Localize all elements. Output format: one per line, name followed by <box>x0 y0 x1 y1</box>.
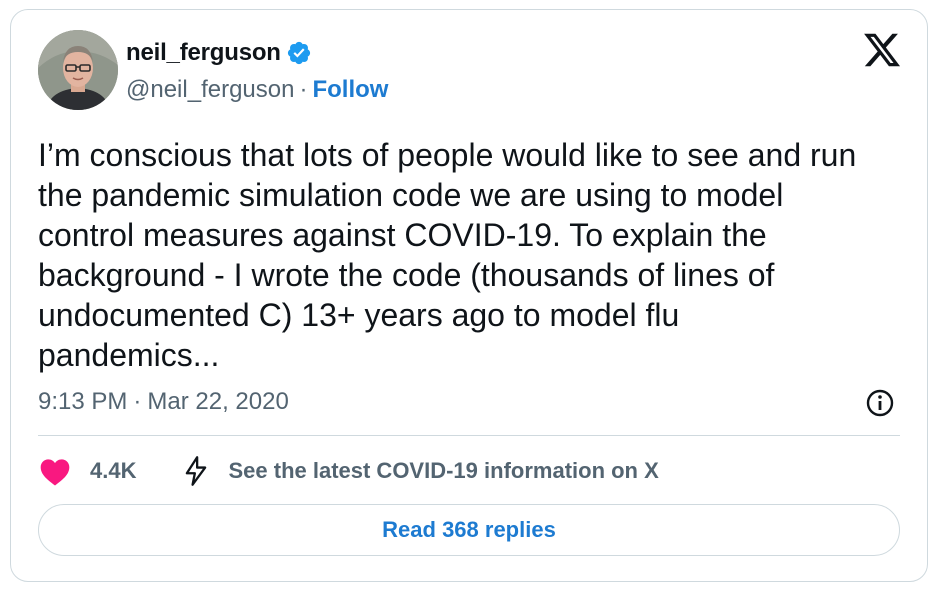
timestamp-separator: · <box>133 388 142 415</box>
tweet-text: I’m conscious that lots of people would … <box>38 137 857 373</box>
lightning-bolt-icon <box>186 456 207 486</box>
author-name-row: neil_ferguson <box>126 38 312 68</box>
tweet-date: Mar 22, 2020 <box>147 388 289 415</box>
author-display-name[interactable]: neil_ferguson <box>126 39 281 67</box>
divider <box>38 435 900 436</box>
action-bar: 4.4K See the latest COVID-19 information… <box>38 454 659 488</box>
tweet-time: 9:13 PM <box>38 388 128 415</box>
covid-info-link[interactable]: See the latest COVID-19 information on X <box>228 458 658 484</box>
read-replies-button[interactable]: Read 368 replies <box>38 504 900 556</box>
author-handle-row: @neil_ferguson · Follow <box>126 76 388 104</box>
tweet-timestamp[interactable]: 9:13 PM · Mar 22, 2020 <box>38 388 289 416</box>
x-logo-icon[interactable] <box>862 30 902 70</box>
separator-dot: · <box>299 76 308 103</box>
like-count[interactable]: 4.4K <box>90 458 136 484</box>
heart-icon[interactable] <box>38 456 72 486</box>
author-handle[interactable]: @neil_ferguson <box>126 76 294 104</box>
follow-button[interactable]: Follow <box>312 76 388 104</box>
avatar[interactable] <box>38 30 118 110</box>
verified-badge-icon <box>287 41 310 65</box>
info-icon[interactable] <box>864 387 896 419</box>
